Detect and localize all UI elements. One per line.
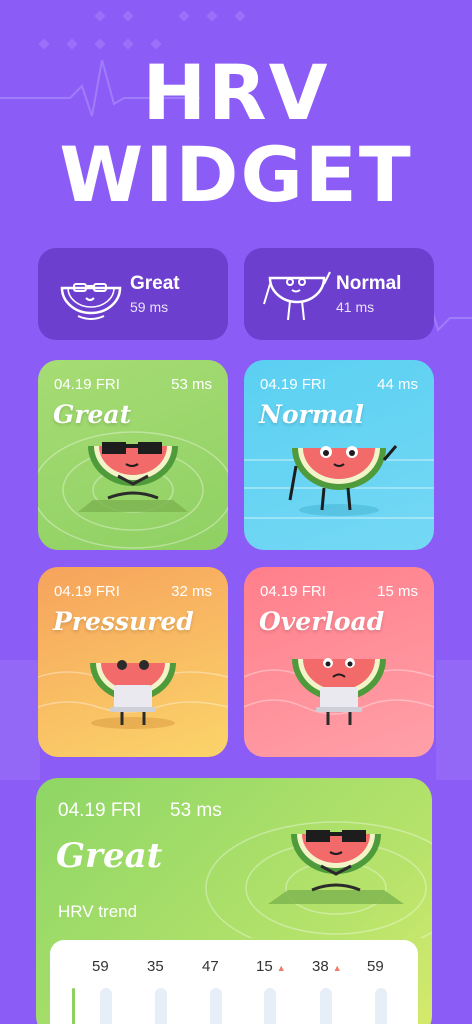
tile-status: Overload <box>259 607 385 636</box>
trend-bar <box>100 988 112 1024</box>
tile-date: 04.19 FRI <box>54 583 120 600</box>
summary-card-normal[interactable]: Normal 41 ms <box>244 248 434 340</box>
tile-hrv-value: 44 ms <box>377 376 418 393</box>
trend-up-icon: ▲ <box>332 963 342 973</box>
trend-bar <box>320 988 332 1024</box>
trend-bar <box>264 988 276 1024</box>
widget-tile-great[interactable]: 04.19 FRI 53 ms Great <box>38 360 228 550</box>
tile-status: Normal <box>259 400 364 429</box>
trend-start-marker <box>72 988 75 1024</box>
tile-hrv-value: 32 ms <box>171 583 212 600</box>
large-widget-great[interactable]: 04.19 FRI 53 ms Great HRV trend 59 35 47 15… <box>36 778 432 1024</box>
hero-title: HRV WIDGET <box>0 52 472 216</box>
summary-card-label: Normal <box>336 273 402 294</box>
hero-title-line2: WIDGET <box>59 130 413 219</box>
widget-tile-overload[interactable]: 04.19 FRI 15 ms Overload <box>244 567 434 757</box>
hrv-trend-chart: 59 35 47 15 ▲ 38 ▲ 59 <box>50 940 418 1024</box>
widget-tile-normal[interactable]: 04.19 FRI 44 ms Normal <box>244 360 434 550</box>
tile-date: 04.19 FRI <box>54 376 120 393</box>
trend-label: HRV trend <box>58 902 138 921</box>
tile-hrv-value: 53 ms <box>171 376 212 393</box>
hero-title-line1: HRV <box>142 48 330 137</box>
trend-value: 47 <box>202 958 219 975</box>
trend-bar <box>155 988 167 1024</box>
tile-date: 04.19 FRI <box>260 583 326 600</box>
trend-value: 35 <box>147 958 164 975</box>
widget-tile-pressured[interactable]: 04.19 FRI 32 ms Pressured <box>38 567 228 757</box>
widget-hrv-value: 53 ms <box>170 800 222 821</box>
watermelon-sunglasses-icon <box>60 283 122 320</box>
summary-card-value: 59 ms <box>130 299 169 315</box>
tile-status: Great <box>53 400 132 429</box>
trend-bar <box>375 988 387 1024</box>
watermelon-standing-icon <box>263 271 331 321</box>
trend-value: 38 ▲ <box>312 958 342 975</box>
tile-hrv-value: 15 ms <box>377 583 418 600</box>
summary-card-value: 41 ms <box>336 299 375 315</box>
summary-card-label: Great <box>130 273 180 294</box>
widget-date: 04.19 FRI <box>58 800 142 821</box>
trend-value: 15 ▲ <box>256 958 286 975</box>
summary-card-great[interactable]: Great 59 ms <box>38 248 228 340</box>
trend-value: 59 <box>92 958 109 975</box>
tile-status: Pressured <box>53 607 194 636</box>
trend-bar <box>210 988 222 1024</box>
widget-status: Great <box>56 836 163 876</box>
trend-up-icon: ▲ <box>276 963 286 973</box>
tile-date: 04.19 FRI <box>260 376 326 393</box>
trend-value: 59 <box>367 958 384 975</box>
